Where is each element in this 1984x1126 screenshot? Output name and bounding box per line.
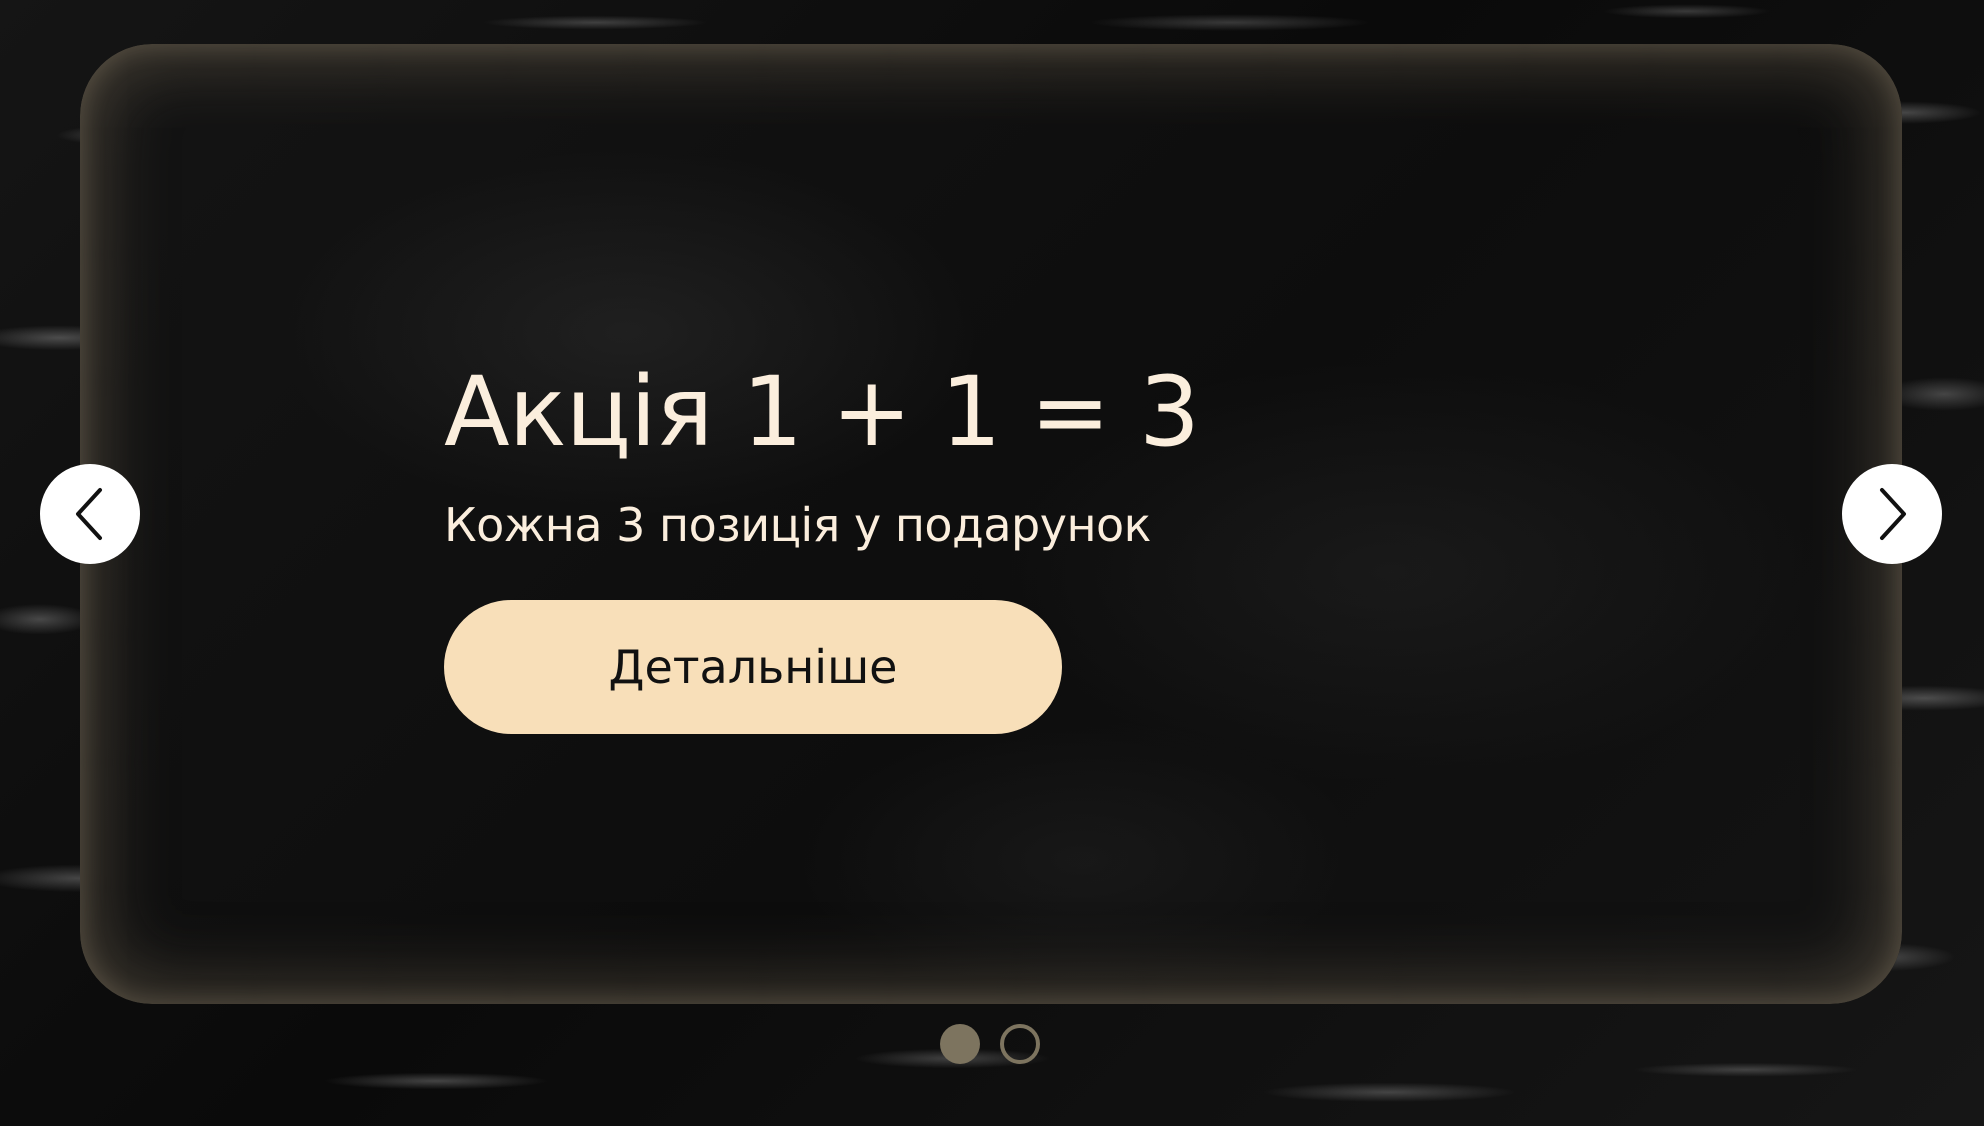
chevron-right-icon <box>1880 488 1906 540</box>
next-slide-button[interactable] <box>1842 464 1942 564</box>
slide-title: Акція 1 + 1 = 3 <box>444 356 1200 468</box>
previous-slide-button[interactable] <box>40 464 140 564</box>
slide-subtitle: Кожна 3 позиція у подарунок <box>444 498 1151 552</box>
pagination-dot-2[interactable] <box>1000 1024 1040 1064</box>
details-button[interactable]: Детальніше <box>444 600 1062 734</box>
chevron-left-icon <box>76 488 102 540</box>
promo-slide: Акція 1 + 1 = 3 Кожна 3 позиція у подару… <box>80 44 1902 1004</box>
slide-text-block: Акція 1 + 1 = 3 Кожна 3 позиція у подару… <box>444 356 1200 552</box>
pagination-dot-1[interactable] <box>940 1024 980 1064</box>
slider-pagination <box>940 1024 1040 1064</box>
